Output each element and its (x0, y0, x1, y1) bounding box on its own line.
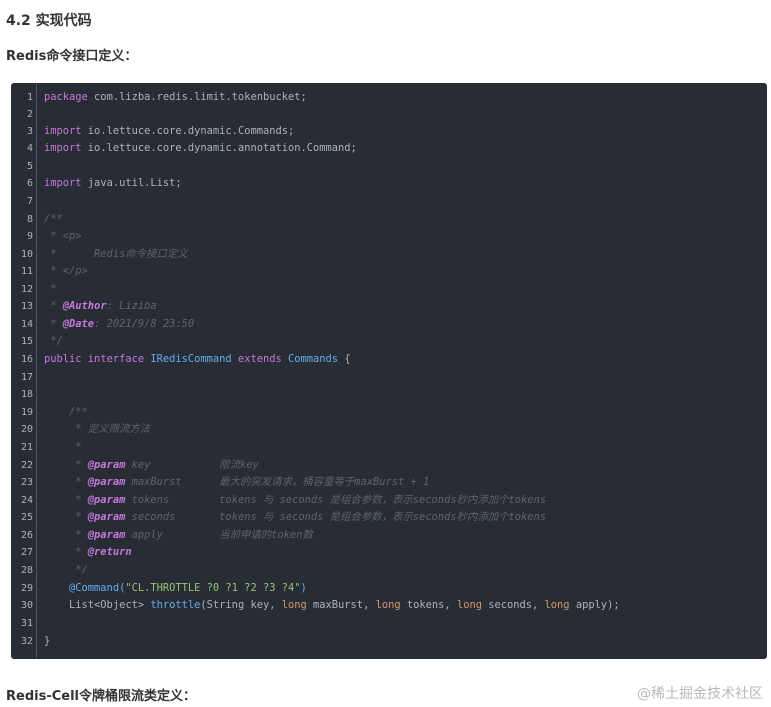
line-number: 13 (20, 301, 33, 312)
line-number: 20 (20, 424, 33, 435)
line-number: 17 (20, 372, 33, 383)
code-line-29: @Command("CL.THROTTLE ?0 ?1 ?2 ?3 ?4") (44, 582, 307, 594)
line-number: 5 (26, 161, 33, 172)
code-line-27: * @return (44, 546, 132, 558)
code-line-8: /** (44, 213, 63, 225)
line-number-gutter: 1 2 3 4 5 6 7 8 9 10 11 12 13 14 15 16 17 18 19 20 21 22 23 24 2… (11, 83, 37, 659)
line-number: 26 (20, 530, 33, 541)
line-number: 16 (20, 354, 33, 365)
line-number: 22 (20, 460, 33, 471)
code-line-22: * @param key 限流key (44, 459, 259, 471)
line-number: 24 (20, 495, 33, 506)
line-number: 14 (20, 319, 33, 330)
line-number: 6 (26, 178, 33, 189)
section-heading: 4.2 实现代码 (6, 13, 92, 29)
code-line-20: * 定义限流方法 (44, 423, 151, 435)
code-block: 1 2 3 4 5 6 7 8 9 10 11 12 13 14 15 16 17 18 19 20 21 22 23 24 2… (11, 83, 767, 659)
code-line-1: package com.lizba.redis.limit.tokenbucke… (44, 91, 307, 103)
code-line-11: * </p> (44, 265, 88, 277)
code-line-25: * @param seconds tokens 与 seconds 是组合参数，… (44, 511, 547, 523)
code-line-26: * @param apply 当前申请的token数 (44, 529, 313, 541)
code-line-6: import java.util.List; (44, 177, 182, 189)
line-number: 12 (20, 284, 33, 295)
code-line-4: import io.lettuce.core.dynamic.annotatio… (44, 142, 357, 154)
code-block-caption: Redis命令接口定义： (6, 49, 138, 64)
line-number: 29 (20, 583, 33, 594)
line-number: 27 (20, 547, 33, 558)
line-number: 28 (20, 565, 33, 576)
code-line-16: public interface IRedisCommand extends C… (44, 353, 351, 365)
code-line-14: * @Date: 2021/9/8 23:50 (44, 318, 195, 330)
line-number: 9 (26, 231, 33, 242)
line-number: 18 (20, 389, 33, 400)
code-line-19: /** (44, 406, 88, 418)
line-number: 15 (20, 336, 33, 347)
line-number: 32 (20, 636, 33, 647)
line-number: 7 (26, 196, 33, 207)
code-line-3: import io.lettuce.core.dynamic.Commands; (44, 125, 295, 137)
line-number: 30 (20, 600, 33, 611)
line-number: 25 (20, 512, 33, 523)
line-number: 10 (20, 249, 33, 260)
line-number: 1 (26, 92, 33, 103)
code-line-30: List<Object> throttle(String key, long m… (44, 599, 620, 611)
line-number: 3 (26, 126, 33, 137)
code-line-21: * (44, 441, 82, 453)
line-number: 23 (20, 477, 33, 488)
line-number: 31 (20, 618, 33, 629)
line-number: 4 (26, 143, 33, 154)
code-line-28: */ (44, 564, 88, 576)
code-line-10: * Redis命令接口定义 (44, 248, 188, 260)
watermark: @稀土掘金技术社区 (637, 686, 763, 702)
line-number: 19 (20, 407, 33, 418)
line-number: 11 (20, 266, 33, 277)
line-number: 21 (20, 442, 33, 453)
code-line-23: * @param maxBurst 最大的突发请求，桶容量等于maxBurst … (44, 476, 430, 488)
line-number: 8 (26, 214, 33, 225)
code-line-15: */ (44, 335, 63, 347)
code-line-32: } (44, 635, 51, 647)
code-line-12: * (44, 283, 57, 295)
code-line-9: * <p> (44, 230, 82, 242)
next-section-caption: Redis-Cell令牌桶限流类定义： (6, 689, 196, 704)
line-number: 2 (26, 109, 33, 120)
code-line-24: * @param tokens tokens 与 seconds 是组合参数，表… (44, 494, 547, 506)
code-line-13: * @Author: Liziba (44, 300, 157, 312)
